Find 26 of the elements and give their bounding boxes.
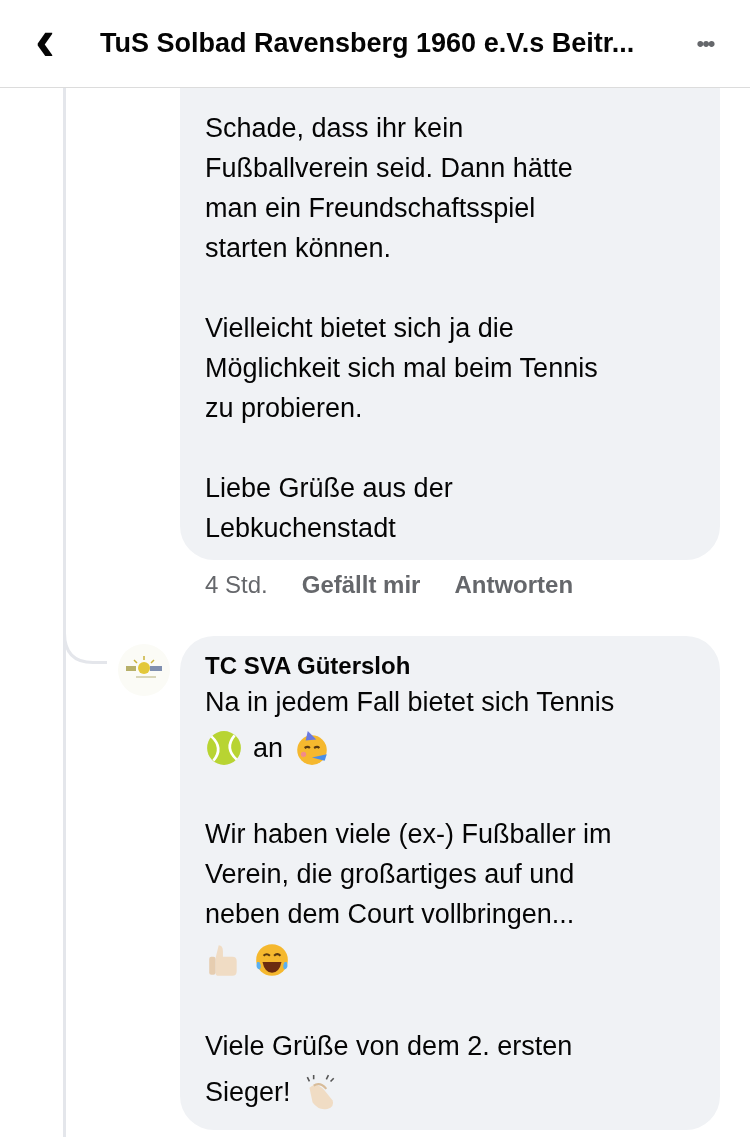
laughing-face-icon — [253, 941, 291, 979]
comment-text: Schade, dass ihr kein — [205, 112, 464, 145]
author-name[interactable]: TC SVA Gütersloh — [205, 650, 700, 682]
comment-text: man ein Freundschaftsspiel — [205, 192, 536, 225]
comment-text: Na in jedem Fall bietet sich Tennis — [205, 686, 615, 719]
comment-text: Verein, die großartiges auf und — [205, 858, 575, 891]
comment-text: Viele Grüße von dem 2. ersten — [205, 1030, 573, 1063]
comment-text: Möglichkeit sich mal beim Tennis — [205, 352, 598, 385]
comment-text: Wir haben viele (ex-) Fußballer im — [205, 818, 612, 851]
comment-text: an — [253, 732, 284, 765]
tennis-ball-icon — [205, 729, 243, 767]
page-title: TuS Solbad Ravensberg 1960 e.V.s Beitr... — [99, 27, 636, 61]
reply-link[interactable]: Antworten — [454, 567, 574, 603]
comment-text: Vielleicht bietet sich ja die — [205, 312, 514, 345]
comment-text: Lebkuchenstadt — [205, 512, 396, 545]
comment-text: zu probieren. — [205, 392, 363, 425]
comment-time: 4 Std. — [205, 570, 268, 600]
like-link[interactable]: Gefällt mir — [301, 567, 421, 603]
comment-text: Fußballverein seid. Dann hätte — [205, 152, 573, 185]
comment-text: neben dem Court vollbringen... — [205, 898, 575, 931]
more-button[interactable]: ••• — [660, 0, 750, 87]
comment-text: starten können. — [205, 232, 392, 265]
back-button[interactable]: ‹ — [0, 0, 90, 87]
comment-text: Liebe Grüße aus der — [205, 472, 453, 505]
comment-text: Sieger! — [205, 1076, 291, 1109]
reply-connector — [63, 633, 107, 664]
